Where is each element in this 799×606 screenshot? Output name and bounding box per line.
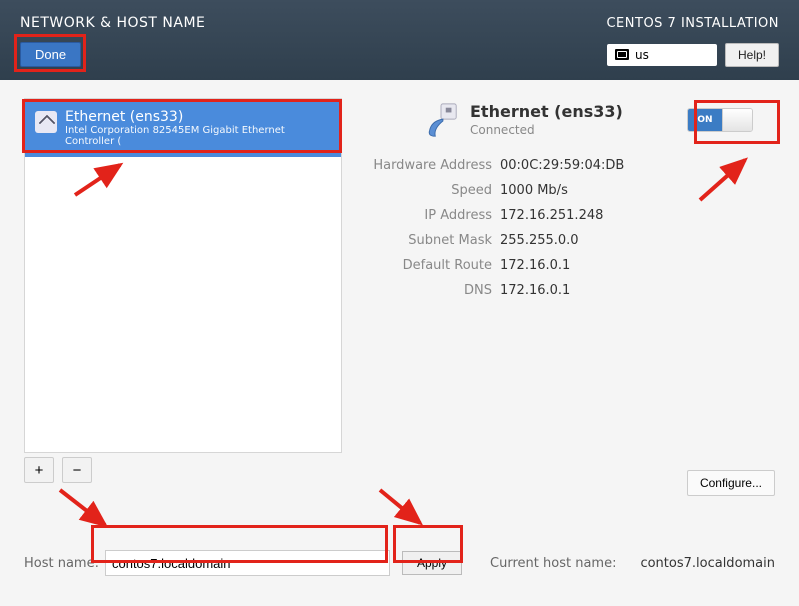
ip-value: 172.16.251.248: [500, 208, 775, 223]
installer-title: CENTOS 7 INSTALLATION: [606, 16, 779, 31]
ip-label: IP Address: [362, 208, 492, 223]
gateway-value: 172.16.0.1: [500, 258, 775, 273]
gateway-label: Default Route: [362, 258, 492, 273]
hostname-label: Host name:: [24, 556, 99, 571]
apply-button[interactable]: Apply: [402, 551, 462, 575]
hostname-input[interactable]: [105, 550, 390, 576]
keyboard-layout-label: us: [635, 48, 649, 62]
nic-info-table: Hardware Address 00:0C:29:59:04:DB Speed…: [362, 158, 775, 298]
ethernet-icon: [35, 111, 57, 133]
remove-nic-button[interactable]: −: [62, 457, 92, 483]
nic-item[interactable]: Ethernet (ens33) Intel Corporation 82545…: [25, 99, 341, 157]
help-button[interactable]: Help!: [725, 43, 779, 67]
toggle-handle: [722, 109, 752, 131]
nic-list[interactable]: Ethernet (ens33) Intel Corporation 82545…: [24, 98, 342, 453]
nic-item-name: Ethernet (ens33): [65, 109, 331, 125]
current-hostname-label: Current host name:: [490, 556, 616, 571]
top-header: NETWORK & HOST NAME CENTOS 7 INSTALLATIO…: [0, 0, 799, 80]
nic-details: Ethernet (ens33) Connected ON Hardware A…: [362, 98, 775, 483]
nic-list-toolbar: + −: [24, 457, 342, 483]
add-nic-button[interactable]: +: [24, 457, 54, 483]
speed-value: 1000 Mb/s: [500, 183, 775, 198]
page-title: NETWORK & HOST NAME: [20, 15, 205, 31]
nic-item-description: Intel Corporation 82545EM Gigabit Ethern…: [65, 125, 331, 147]
current-hostname-value: contos7.localdomain: [640, 556, 775, 571]
hw-addr-value: 00:0C:29:59:04:DB: [500, 158, 775, 173]
toggle-on-label: ON: [688, 109, 722, 131]
subnet-value: 255.255.0.0: [500, 233, 775, 248]
ethernet-large-icon: [422, 102, 460, 140]
keyboard-icon: [615, 49, 629, 60]
hostname-footer: Host name: Apply Current host name: cont…: [24, 550, 775, 576]
speed-label: Speed: [362, 183, 492, 198]
hw-addr-label: Hardware Address: [362, 158, 492, 173]
dns-value: 172.16.0.1: [500, 283, 775, 298]
nic-sidebar: Ethernet (ens33) Intel Corporation 82545…: [24, 98, 342, 483]
done-button[interactable]: Done: [20, 42, 81, 67]
dns-label: DNS: [362, 283, 492, 298]
keyboard-layout-selector[interactable]: us: [607, 44, 717, 66]
details-interface-name: Ethernet (ens33): [470, 102, 623, 121]
configure-button[interactable]: Configure...: [687, 470, 775, 496]
subnet-label: Subnet Mask: [362, 233, 492, 248]
connection-toggle[interactable]: ON: [687, 108, 753, 132]
details-status: Connected: [470, 123, 623, 137]
content-area: Ethernet (ens33) Intel Corporation 82545…: [0, 88, 799, 606]
